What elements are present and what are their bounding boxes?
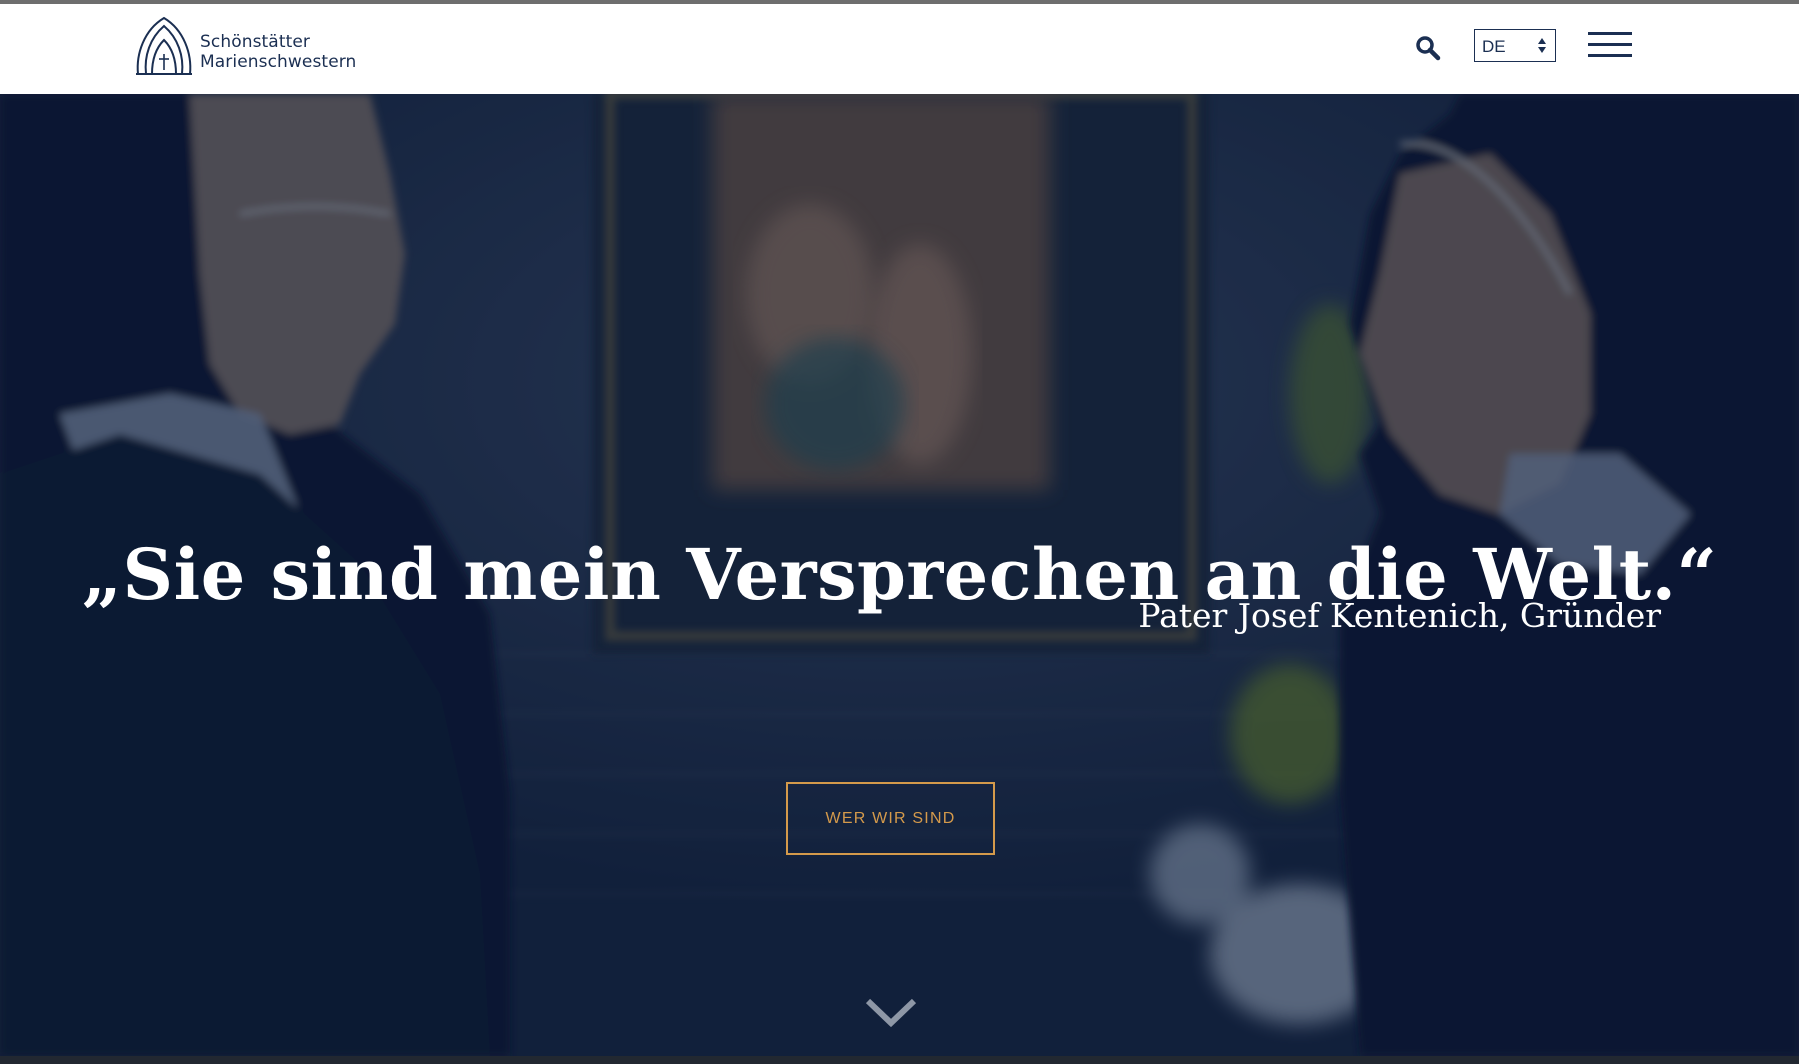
bottom-border bbox=[0, 1056, 1799, 1064]
language-select[interactable]: DE bbox=[1474, 29, 1556, 62]
shrine-logo-icon bbox=[136, 16, 192, 75]
language-selected-value: DE bbox=[1482, 37, 1506, 56]
logo-wordmark: Schönstätter Marienschwestern bbox=[200, 32, 356, 72]
search-icon bbox=[1416, 36, 1441, 61]
site-logo-link[interactable]: Schönstätter Marienschwestern bbox=[132, 12, 372, 78]
sort-arrows-icon bbox=[1538, 38, 1546, 53]
chevron-down-icon bbox=[865, 998, 917, 1028]
who-we-are-button[interactable]: WER WIR SIND bbox=[786, 782, 995, 855]
quote-author: Pater Josef Kentenich, Gründer bbox=[1138, 596, 1661, 635]
logo-line-2: Marienschwestern bbox=[200, 52, 357, 72]
hero-section: „Sie sind mein Versprechen an die Welt.“… bbox=[0, 94, 1799, 1056]
menu-bar bbox=[1588, 54, 1632, 57]
logo-line-1: Schönstätter bbox=[200, 32, 311, 52]
menu-bar bbox=[1588, 43, 1632, 46]
hamburger-menu-button[interactable] bbox=[1588, 32, 1632, 62]
site-header: Schönstätter Marienschwestern DE bbox=[0, 4, 1799, 94]
menu-bar bbox=[1588, 32, 1632, 35]
scroll-down-button[interactable] bbox=[864, 997, 918, 1029]
search-button[interactable] bbox=[1412, 32, 1446, 66]
